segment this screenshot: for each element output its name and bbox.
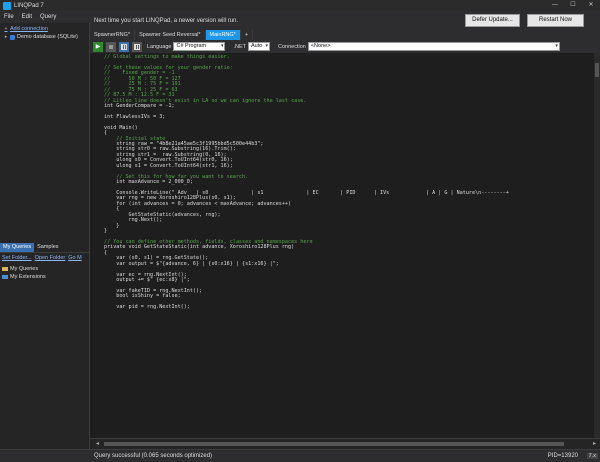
status-message: Query successful (0.065 seconds optimize… [94,453,213,459]
hscroll-thumb[interactable] [104,442,564,446]
tab-my-queries[interactable]: My Queries [0,243,35,252]
status-bar: Query successful (0.065 seconds optimize… [0,449,600,462]
window-controls: — ☐ ✕ [546,0,600,11]
go-link[interactable]: Go M [68,255,81,263]
my-queries-tree: My Queries My Extensions [0,265,90,281]
window-title: LINQPad 7 [14,2,44,9]
demo-database-item[interactable]: ▸ Demo database (SQLite) [2,33,87,41]
editor-gutter [90,53,102,438]
connection-tree: + Add connection ▸ Demo database (SQLite… [0,23,89,43]
net-value: Auto [251,43,263,49]
my-queries-folder[interactable]: My Queries [2,265,88,273]
results-grid-button[interactable] [119,41,129,52]
language-value: C# Program [176,43,207,49]
query-links: Set Folder... Open Folder Go M [0,255,90,263]
query-toolbar: ▶ Language C# Program ▾ .NET Auto ▾ Connec… [90,40,600,53]
demo-database-label: Demo database (SQLite) [17,34,78,40]
code-text[interactable]: // Global settings to make things easier… [104,54,584,311]
document-tabs: SpawnerRNG* Spawner Seed Reversal* MainR… [90,30,600,40]
code-editor[interactable]: // Global settings to make things easier… [90,53,600,438]
add-connection-link[interactable]: + Add connection [2,25,87,33]
tab-spawnerrng[interactable]: SpawnerRNG* [90,30,136,40]
scroll-left-icon[interactable]: ◂ [96,440,99,447]
extensions-icon [2,275,8,279]
net-select[interactable]: Auto ▾ [248,42,271,51]
close-button[interactable]: ✕ [582,0,600,11]
connection-label: Connection [278,43,306,50]
process-id: PID=13920 [547,453,578,459]
open-folder-link[interactable]: Open Folder [35,255,66,263]
tab-mainrng[interactable]: MainRNG* [205,30,241,40]
defer-update-button[interactable]: Defer Update... [465,14,520,27]
stop-icon [109,44,113,49]
tab-spawner-seed-reversal[interactable]: Spawner Seed Reversal* [135,30,206,40]
maximize-button[interactable]: ☐ [564,0,582,11]
my-extensions-item[interactable]: My Extensions [2,273,88,281]
update-notice-bar: Next time you start LINQPad, a newer ver… [90,11,600,30]
plus-icon: + [4,26,8,32]
chevron-down-icon: ▾ [265,43,269,49]
restart-now-button[interactable]: Restart Now [527,14,584,27]
add-connection-label: Add connection [10,26,48,32]
scroll-thumb[interactable] [595,63,599,77]
menu-edit[interactable]: Edit [18,14,36,20]
play-icon: ▶ [95,44,101,50]
set-folder-link[interactable]: Set Folder... [2,255,32,263]
query-tabs: My Queries Samples [0,243,90,253]
chevron-down-icon: ▾ [220,43,224,49]
update-notice-message: Next time you start LINQPad, a newer ver… [94,17,239,24]
results-text-button[interactable] [132,41,142,52]
code-line[interactable]: var pid = rng.NextInt(); [104,304,584,310]
tab-samples[interactable]: Samples [34,243,61,252]
menu-query[interactable]: Query [36,14,60,20]
language-select[interactable]: C# Program ▾ [173,42,226,51]
table-icon [134,43,140,50]
title-bar: LINQPad 7 — ☐ ✕ [0,0,600,11]
expand-arrow-icon[interactable]: ▸ [2,34,10,40]
grid-icon [121,43,127,50]
linqpad-logo-icon [3,1,11,10]
net-label: .NET [233,43,247,50]
folder-icon [2,267,8,271]
vertical-scrollbar[interactable] [594,53,600,438]
my-queries-label: My Queries [10,266,39,272]
minimize-button[interactable]: — [546,0,564,11]
sidebar: + Add connection ▸ Demo database (SQLite… [0,23,90,449]
run-button[interactable]: ▶ [93,41,103,52]
version-badge[interactable]: 7.x [586,453,598,459]
connection-select[interactable]: <None> ▾ [307,42,560,51]
my-extensions-label: My Extensions [10,274,46,280]
new-tab-button[interactable]: + [241,30,254,40]
menu-file[interactable]: File [0,14,18,20]
connection-value: <None> [310,43,331,49]
chevron-down-icon: ▾ [555,43,558,49]
menu-bar: File Edit Query [0,11,90,23]
scroll-right-icon[interactable]: ▸ [593,440,596,447]
horizontal-scrollbar[interactable]: ◂ ▸ [90,438,600,449]
stop-button[interactable] [106,41,116,52]
language-label: Language [147,43,172,50]
database-icon [10,34,15,40]
